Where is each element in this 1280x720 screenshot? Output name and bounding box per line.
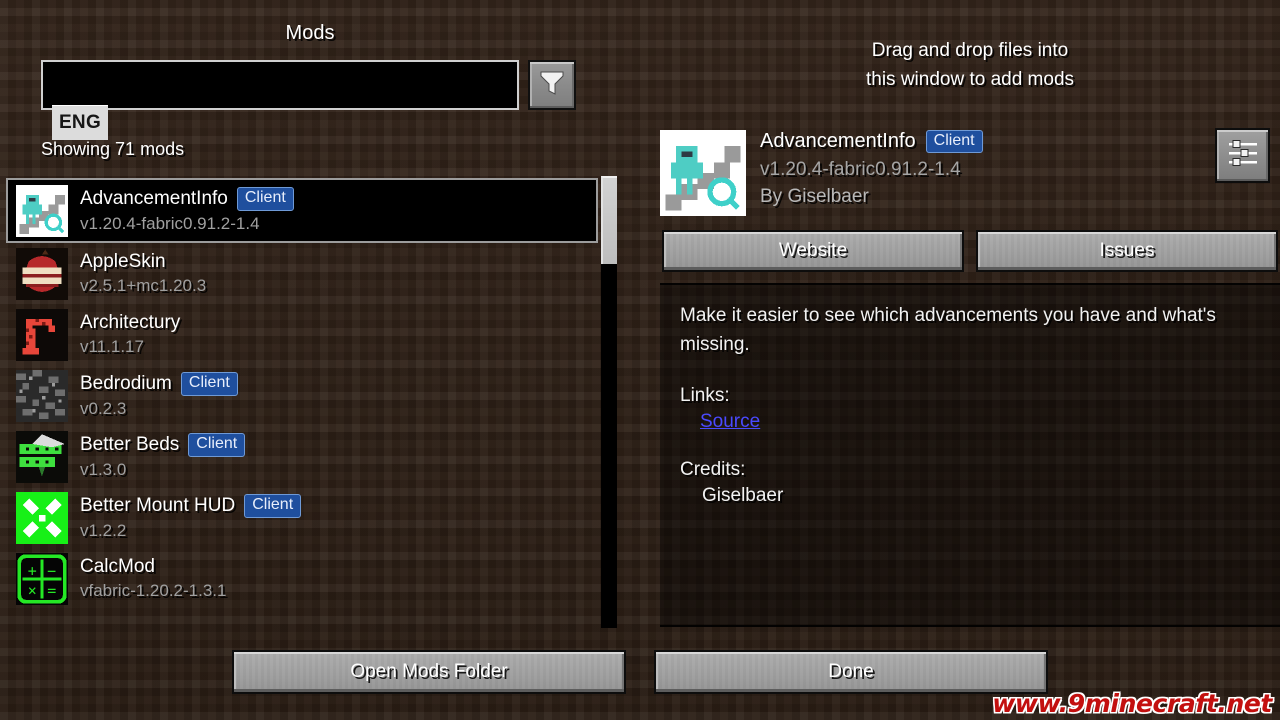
mod-list-item-version: v1.2.2	[80, 520, 127, 540]
mod-list-item-name: CalcMod	[80, 555, 155, 577]
mod-list-item-version: v11.1.17	[80, 336, 144, 356]
credits-label: Credits:	[680, 459, 746, 480]
mod-list-item[interactable]: Bedrodium Client v0.2.3	[6, 365, 598, 426]
mod-list-item-badge: Client	[188, 433, 246, 457]
sliders-icon	[1226, 136, 1260, 175]
mod-config-button[interactable]	[1215, 128, 1270, 183]
mod-list-item-version: v2.5.1+mc1.20.3	[80, 275, 207, 295]
ime-language-badge: ENG	[52, 105, 108, 140]
mod-detail-author: By Giselbaer	[760, 186, 869, 208]
mod-list-item-name: Bedrodium	[80, 372, 172, 394]
svg-text:+: +	[28, 561, 37, 579]
issues-button[interactable]: Issues	[976, 230, 1278, 272]
mod-list-item-version: v1.20.4-fabric0.91.2-1.4	[80, 213, 260, 233]
search-box[interactable]	[41, 60, 519, 110]
drag-drop-hint: Drag and drop files into this window to …	[660, 36, 1280, 95]
source-link[interactable]: Source	[700, 411, 760, 433]
mod-list-scrollbar-thumb[interactable]	[601, 176, 617, 264]
site-watermark: www.9minecraft.net	[992, 689, 1272, 718]
search-input[interactable]	[43, 62, 517, 108]
svg-text:−: −	[47, 561, 56, 579]
open-mods-folder-button[interactable]: Open Mods Folder	[232, 650, 626, 694]
mod-list-item-version: vfabric-1.20.2-1.3.1	[80, 580, 227, 600]
done-button[interactable]: Done	[654, 650, 1048, 694]
funnel-icon	[539, 69, 565, 102]
mod-list[interactable]: AdvancementInfo Client v1.20.4-fabric0.91.…	[6, 178, 598, 628]
bettermounthud-icon	[16, 491, 68, 544]
mod-description-panel: Make it easier to see which advancements…	[660, 283, 1280, 627]
mod-list-item-badge: Client	[236, 187, 294, 211]
showing-count: Showing 71 mods	[41, 139, 185, 159]
mod-list-item-badge: Client	[244, 494, 302, 518]
mod-detail-badge: Client	[925, 130, 983, 154]
mod-detail-name: AdvancementInfo	[760, 130, 916, 153]
mod-list-item[interactable]: Better Beds Client v1.3.0	[6, 426, 598, 487]
mod-list-item-name: Architectury	[80, 311, 181, 333]
mod-list-item-version: v0.2.3	[80, 398, 127, 418]
architectury-icon	[16, 308, 68, 361]
calcmod-icon: + − × =	[16, 552, 68, 605]
drag-drop-hint-line1: Drag and drop files into	[871, 40, 1069, 61]
mod-list-item[interactable]: + − × = CalcMod vfabric-1.20.2-1.3.1	[6, 548, 598, 609]
svg-text:=: =	[47, 581, 56, 599]
mod-list-item-badge: Client	[180, 372, 238, 396]
credits-value: Giselbaer	[702, 485, 784, 506]
mods-screen: Mods ENG Showing 71 mods AdvancementInfo…	[0, 0, 1280, 720]
advancementinfo-icon	[16, 184, 68, 237]
mod-description-text: Make it easier to see which advancements…	[680, 305, 1216, 355]
drag-drop-hint-line2: this window to add mods	[865, 69, 1075, 91]
appleskin-icon	[16, 247, 68, 300]
mod-list-item-name: AdvancementInfo	[80, 187, 228, 209]
betterbeds-icon	[16, 430, 68, 483]
advancementinfo-icon	[660, 130, 746, 216]
filter-button[interactable]	[528, 60, 576, 110]
mod-list-item-version: v1.3.0	[80, 459, 127, 479]
bedrodium-icon	[16, 369, 68, 422]
mod-list-item-name: Better Beds	[80, 433, 180, 455]
svg-text:×: ×	[28, 581, 37, 599]
mod-list-item[interactable]: Better Mount HUD Client v1.2.2	[6, 487, 598, 548]
mod-list-item[interactable]: AdvancementInfo Client v1.20.4-fabric0.91.…	[6, 178, 598, 243]
mod-list-item[interactable]: AppleSkin v2.5.1+mc1.20.3	[6, 243, 598, 304]
mod-list-item-name: Better Mount HUD	[80, 494, 236, 516]
mod-list-scrollbar-track[interactable]	[601, 176, 617, 628]
mod-list-item[interactable]: Architectury v11.1.17	[6, 304, 598, 365]
page-title: Mods	[285, 22, 335, 44]
mod-detail-header: AdvancementInfo Client v1.20.4-fabric0.9…	[660, 130, 983, 216]
website-button[interactable]: Website	[662, 230, 964, 272]
mod-list-item-name: AppleSkin	[80, 250, 166, 272]
mod-detail-version: v1.20.4-fabric0.91.2-1.4	[760, 159, 961, 181]
links-label: Links:	[680, 385, 730, 406]
